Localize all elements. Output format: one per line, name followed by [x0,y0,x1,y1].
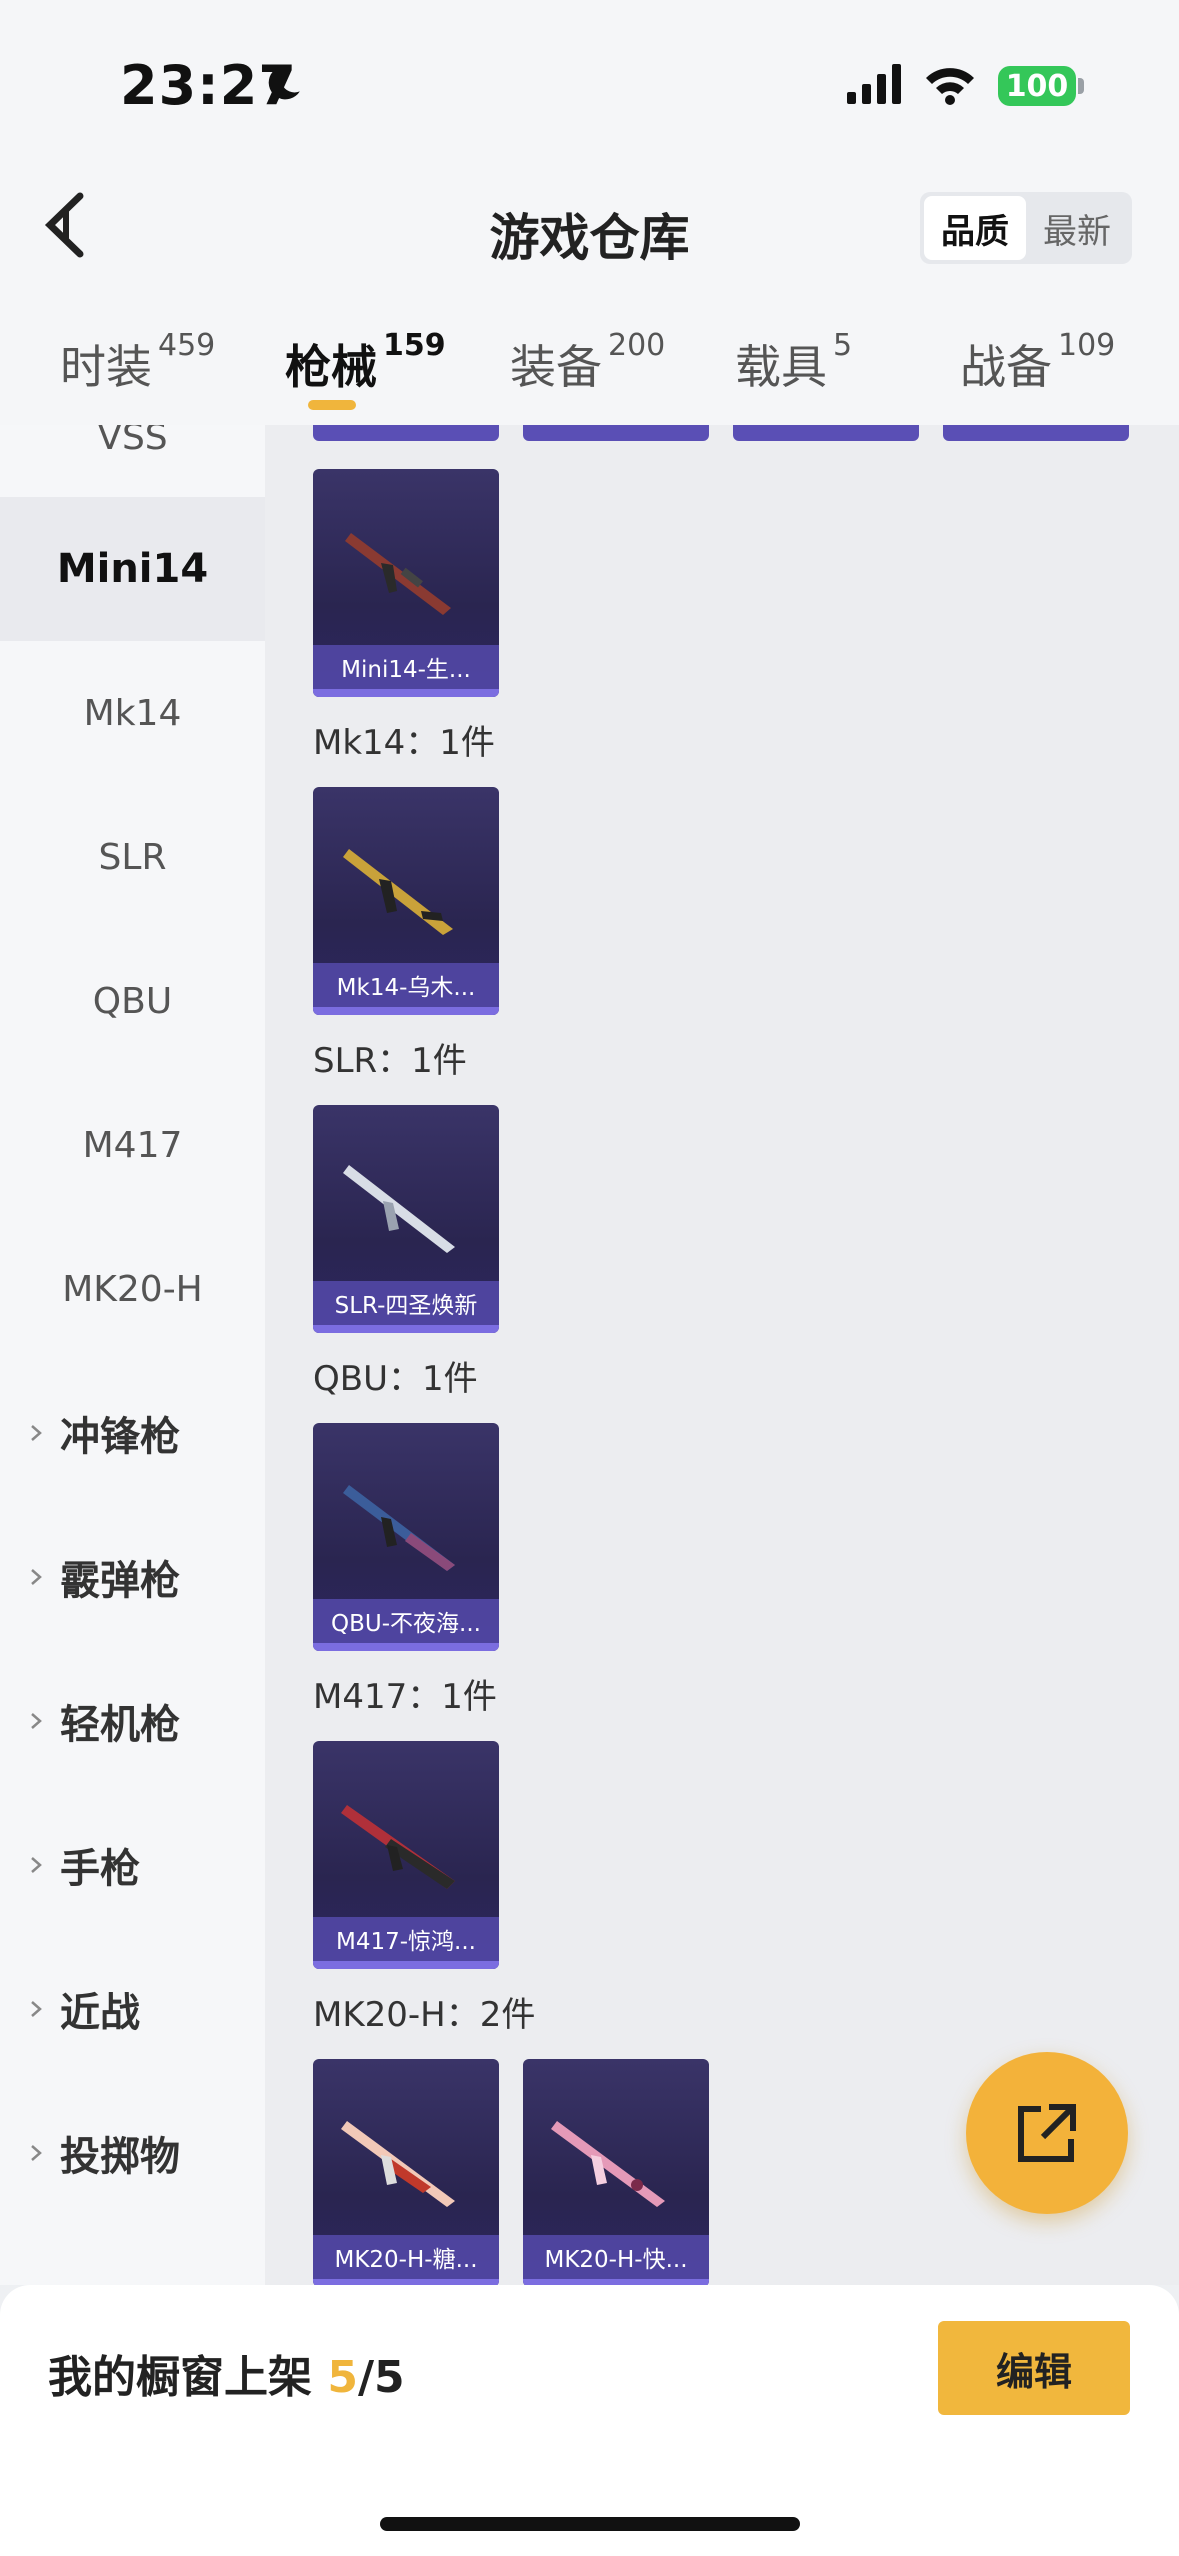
sidebar-group-melee[interactable]: 近战 [0,1937,265,2081]
tab-battle-supplies[interactable]: 战备 109 [960,328,1115,397]
battery-indicator: 100 [998,66,1076,106]
item-card-partial[interactable] [523,425,709,441]
group-label: 近战 [60,1990,140,2036]
tab-count: 5 [833,328,853,363]
item-card-partial[interactable] [313,425,499,441]
chevron-right-icon [31,1713,42,1729]
edit-button[interactable]: 编辑 [938,2321,1130,2415]
section-label: QBU：1件 [313,1359,478,1399]
item-card[interactable]: Mini14-生... [313,469,499,697]
rarity-bar [313,1007,499,1015]
item-name: MK20-H-快... [523,2235,709,2279]
group-label: 冲锋枪 [60,1414,180,1460]
item-card[interactable]: MK20-H-糖... [313,2059,499,2285]
sidebar-item-m417[interactable]: M417 [0,1073,265,1217]
rarity-bar [313,1643,499,1651]
tab-guns[interactable]: 枪械 159 [285,328,446,397]
rifle-icon [343,1485,455,1571]
tab-label: 枪械 [285,340,377,394]
rifle-icon [345,533,451,615]
section-label: Mk14：1件 [313,723,495,763]
sidebar-item-mk14[interactable]: Mk14 [0,641,265,785]
rarity-bar [313,689,499,697]
rifle-icon [551,2121,665,2207]
share-icon [1018,2104,1076,2162]
home-indicator[interactable] [380,2517,800,2531]
item-name: SLR-四圣焕新 [313,1281,499,1325]
sidebar-group-pistol[interactable]: 手枪 [0,1793,265,1937]
nav-bar: 游戏仓库 品质 最新 [0,150,1179,300]
chevron-right-icon [31,1857,42,1873]
sidebar-group-throwable[interactable]: 投掷物 [0,2081,265,2225]
sidebar-item-mk20h[interactable]: MK20-H [0,1217,265,1361]
sidebar-group-smg[interactable]: 冲锋枪 [0,1361,265,1505]
rifle-icon [341,2121,455,2207]
group-label: 投掷物 [60,2134,180,2180]
rarity-bar [313,1325,499,1333]
item-card[interactable]: M417-惊鸿... [313,1741,499,1969]
rifle-icon [343,1165,455,1253]
tab-fashion[interactable]: 时装 459 [60,328,215,397]
item-name: Mk14-乌木... [313,963,499,1007]
sidebar-item-slr[interactable]: SLR [0,785,265,929]
section-label: SLR：1件 [313,1041,467,1081]
section-label: M417：1件 [313,1677,497,1717]
tab-vehicles[interactable]: 载具 5 [735,328,852,397]
group-label: 轻机枪 [60,1702,180,1748]
item-card-partial[interactable] [943,425,1129,441]
sidebar-group-lmg[interactable]: 轻机枪 [0,1649,265,1793]
item-card[interactable]: MK20-H-快... [523,2059,709,2285]
status-bar: 23:27 100 [0,0,1179,150]
weapon-sidebar: VSS Mini14 Mk14 SLR QBU M417 MK20-H 冲锋枪 … [0,425,265,2285]
sidebar-item-mini14[interactable]: Mini14 [0,497,265,641]
rifle-icon [343,849,453,935]
sort-quality-button[interactable]: 品质 [924,196,1026,260]
sidebar-group-shotgun[interactable]: 霰弹枪 [0,1505,265,1649]
tab-label: 战备 [960,340,1052,394]
tab-count: 159 [383,328,446,363]
showcase-count: 我的橱窗上架 5/5 [48,2341,405,2405]
category-tabs: 时装 459 枪械 159 装备 200 载具 5 战备 109 [0,300,1179,425]
rifle-icon [341,1805,455,1889]
item-name: QBU-不夜海... [313,1599,499,1643]
item-name: MK20-H-糖... [313,2235,499,2279]
section-label: MK20-H：2件 [313,1995,536,2035]
chevron-right-icon [31,1425,42,1441]
tab-count: 200 [608,328,666,363]
item-card[interactable]: QBU-不夜海... [313,1423,499,1651]
chevron-right-icon [31,2001,42,2017]
item-name: M417-惊鸿... [313,1917,499,1961]
active-tab-indicator [308,400,356,410]
tab-count: 109 [1058,328,1116,363]
showcase-current: 5 [327,2352,358,2403]
wifi-icon [926,68,974,105]
chevron-right-icon [31,2145,42,2161]
group-label: 手枪 [60,1846,140,1892]
chevron-right-icon [31,1569,42,1585]
item-name: Mini14-生... [313,645,499,689]
showcase-total: /5 [357,2352,405,2403]
signal-icon [847,64,901,104]
showcase-label: 我的橱窗上架 [48,2352,328,2403]
tab-label: 装备 [510,340,602,394]
share-button[interactable] [966,2052,1128,2214]
battery-tip [1078,78,1084,94]
sidebar-item-qbu[interactable]: QBU [0,929,265,1073]
tab-equipment[interactable]: 装备 200 [510,328,665,397]
weapon-grid: Mini14-生... Mk14：1件 Mk14-乌木... SLR：1件 SL… [265,425,1179,2285]
item-card-partial[interactable] [733,425,919,441]
showcase-bar: 我的橱窗上架 5/5 编辑 [0,2285,1179,2556]
group-label: 霰弹枪 [60,1558,180,1604]
tab-count: 459 [158,328,216,363]
item-card[interactable]: SLR-四圣焕新 [313,1105,499,1333]
item-card[interactable]: Mk14-乌木... [313,787,499,1015]
tab-label: 载具 [735,340,827,394]
rarity-bar [313,1961,499,1969]
sort-newest-button[interactable]: 最新 [1026,196,1128,260]
sort-toggle: 品质 最新 [920,192,1132,264]
moon-icon [268,65,300,100]
tab-label: 时装 [60,340,152,394]
